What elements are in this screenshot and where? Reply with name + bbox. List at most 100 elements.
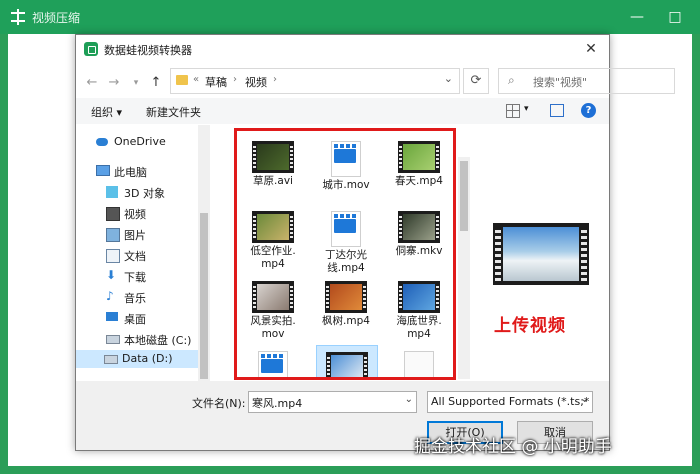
download-icon: ⬇ <box>106 268 117 282</box>
sidebar-item-label: 下载 <box>124 271 146 284</box>
file-item[interactable]: 侗寨.mkv <box>389 205 449 258</box>
watermark: 掘金技术社区 @ 小明助手 <box>414 437 612 457</box>
command-bar: 组织 ▾ 新建文件夹 ▾ ? <box>76 98 609 124</box>
file-name: 春天.mp4 <box>395 175 443 187</box>
video-thumbnail-icon <box>252 141 294 173</box>
file-list: 草原.avi 城市.mov 春天.mp4 低空作业. mp4 丁达尔光 线.mp4 侗寨.mk… <box>234 128 456 380</box>
breadcrumb-separator-icon: › <box>273 74 277 85</box>
music-icon: ♪ <box>106 289 114 303</box>
video-preview-thumbnail <box>493 223 589 285</box>
view-options-icon[interactable] <box>506 104 520 118</box>
video-thumbnail-icon <box>325 281 367 313</box>
documents-icon <box>106 249 120 263</box>
help-icon[interactable]: ? <box>581 103 596 118</box>
filename-value: 寒风.mp4 <box>252 397 303 410</box>
refresh-button[interactable]: ⟳ <box>463 68 489 94</box>
file-name: 海底世界. mp4 <box>396 315 442 340</box>
chevron-down-icon[interactable]: ⌄ <box>581 394 589 405</box>
file-item[interactable]: 枫树.mp4 <box>316 275 376 328</box>
file-name: 城市.mov <box>322 179 370 191</box>
sidebar-item-this-pc[interactable]: 此电脑 <box>96 162 208 180</box>
breadcrumb-overflow[interactable]: « <box>193 74 199 85</box>
video-thumbnail-icon <box>326 352 368 377</box>
file-type-select[interactable]: All Supported Formats (*.ts;* ⌄ <box>427 391 593 413</box>
file-type-value: All Supported Formats (*.ts;* <box>431 395 590 408</box>
preview-pane-icon[interactable] <box>550 104 564 117</box>
file-list-scrollbar-thumb[interactable] <box>460 161 468 231</box>
sidebar-item-label: 此电脑 <box>114 166 147 179</box>
organize-button[interactable]: 组织 ▾ <box>91 104 122 120</box>
file-item[interactable]: 城市.mov <box>316 135 376 192</box>
video-thumbnail-icon <box>398 211 440 243</box>
pictures-icon <box>106 228 120 242</box>
drive-icon <box>106 335 120 344</box>
file-item[interactable]: 海洋.mkv <box>243 345 303 377</box>
file-name: 草原.avi <box>253 175 293 187</box>
sidebar-item-label: 文档 <box>124 250 146 263</box>
video-thumbnail-icon <box>252 211 294 243</box>
search-input[interactable]: ⌕ 搜索"视频" <box>498 68 675 94</box>
app-title: 视频压缩 <box>32 11 81 25</box>
sidebar-item-label: 本地磁盘 (C:) <box>124 334 192 347</box>
cloud-icon <box>96 138 108 146</box>
navigation-pane: OneDrive 此电脑 3D 对象 视频 图片 文档 ⬇ 下载 ♪ 音乐 桌面… <box>76 125 212 381</box>
sidebar-item-label: 视频 <box>124 208 146 221</box>
compress-icon <box>11 9 25 25</box>
recent-dropdown-icon[interactable]: ▾ <box>128 75 144 91</box>
breadcrumb-separator-icon: › <box>233 74 237 85</box>
folder-icon <box>176 75 188 85</box>
video-thumbnail-icon <box>398 281 440 313</box>
file-item[interactable]: 春天.mp4 <box>389 135 449 188</box>
desktop-icon <box>106 312 118 321</box>
dialog-title: 数据蛙视频转换器 <box>104 44 192 57</box>
address-dropdown-icon[interactable]: ⌄ <box>444 72 453 85</box>
file-item[interactable]: 寒风.mp4 <box>316 345 378 377</box>
file-item[interactable]: 黄昏.flv <box>389 345 449 377</box>
sidebar-scrollbar-thumb[interactable] <box>200 213 208 379</box>
file-name: 丁达尔光 线.mp4 <box>325 249 367 274</box>
video-thumbnail-icon <box>398 141 440 173</box>
minimize-button[interactable]: — <box>628 8 646 26</box>
file-name: 枫树.mp4 <box>322 315 370 327</box>
sidebar-item-label: Data (D:) <box>122 352 173 365</box>
file-name: 侗寨.mkv <box>395 245 443 257</box>
new-folder-button[interactable]: 新建文件夹 <box>146 104 201 120</box>
video-folder-icon <box>106 207 120 221</box>
upload-video-label: 上传视频 <box>494 316 566 336</box>
file-item[interactable]: 草原.avi <box>243 135 303 188</box>
chevron-down-icon[interactable]: ⌄ <box>405 394 413 405</box>
cube-icon <box>106 186 118 198</box>
file-name: 低空作业. mp4 <box>250 245 296 270</box>
filename-field[interactable]: 寒风.mp4 ⌄ <box>248 391 417 413</box>
sidebar-item-drive-d[interactable]: Data (D:) <box>76 350 198 368</box>
view-dropdown-icon[interactable]: ▾ <box>524 104 529 114</box>
breadcrumb-item[interactable]: 视频 <box>245 74 267 90</box>
maximize-button[interactable]: □ <box>666 8 684 26</box>
video-file-icon <box>331 141 361 177</box>
open-file-dialog: 数据蛙视频转换器 ✕ ← → ▾ ↑ « 草稿 › 视频 › ⌄ ⟳ ⌕ 搜索"… <box>75 34 675 451</box>
sidebar-item-onedrive[interactable]: OneDrive <box>96 133 208 151</box>
sidebar-item-label: 3D 对象 <box>124 187 165 200</box>
sidebar-item-label: 音乐 <box>124 292 146 305</box>
video-file-icon <box>331 211 361 247</box>
sidebar-item-label: 图片 <box>124 229 146 242</box>
filename-label: 文件名(N): <box>192 397 246 410</box>
back-arrow-icon[interactable]: ← <box>84 75 100 91</box>
forward-arrow-icon[interactable]: → <box>106 75 122 91</box>
search-icon: ⌕ <box>508 73 515 87</box>
breadcrumb-item[interactable]: 草稿 <box>205 74 227 90</box>
up-arrow-icon[interactable]: ↑ <box>148 75 164 91</box>
file-item[interactable]: 低空作业. mp4 <box>243 205 303 271</box>
app-logo-icon <box>84 42 98 56</box>
file-item[interactable]: 风景实拍. mov <box>243 275 303 341</box>
drive-icon <box>104 355 118 364</box>
sidebar-item-label: 桌面 <box>124 313 146 326</box>
close-button[interactable]: ✕ <box>581 39 601 59</box>
sidebar-item-label: OneDrive <box>114 135 166 148</box>
blank-file-icon <box>404 351 434 377</box>
computer-icon <box>96 165 110 176</box>
address-bar[interactable]: « 草稿 › 视频 › ⌄ <box>170 68 460 94</box>
file-item[interactable]: 海底世界. mp4 <box>389 275 449 341</box>
file-item[interactable]: 丁达尔光 线.mp4 <box>316 205 376 275</box>
dialog-titlebar: 数据蛙视频转换器 ✕ <box>76 35 609 63</box>
